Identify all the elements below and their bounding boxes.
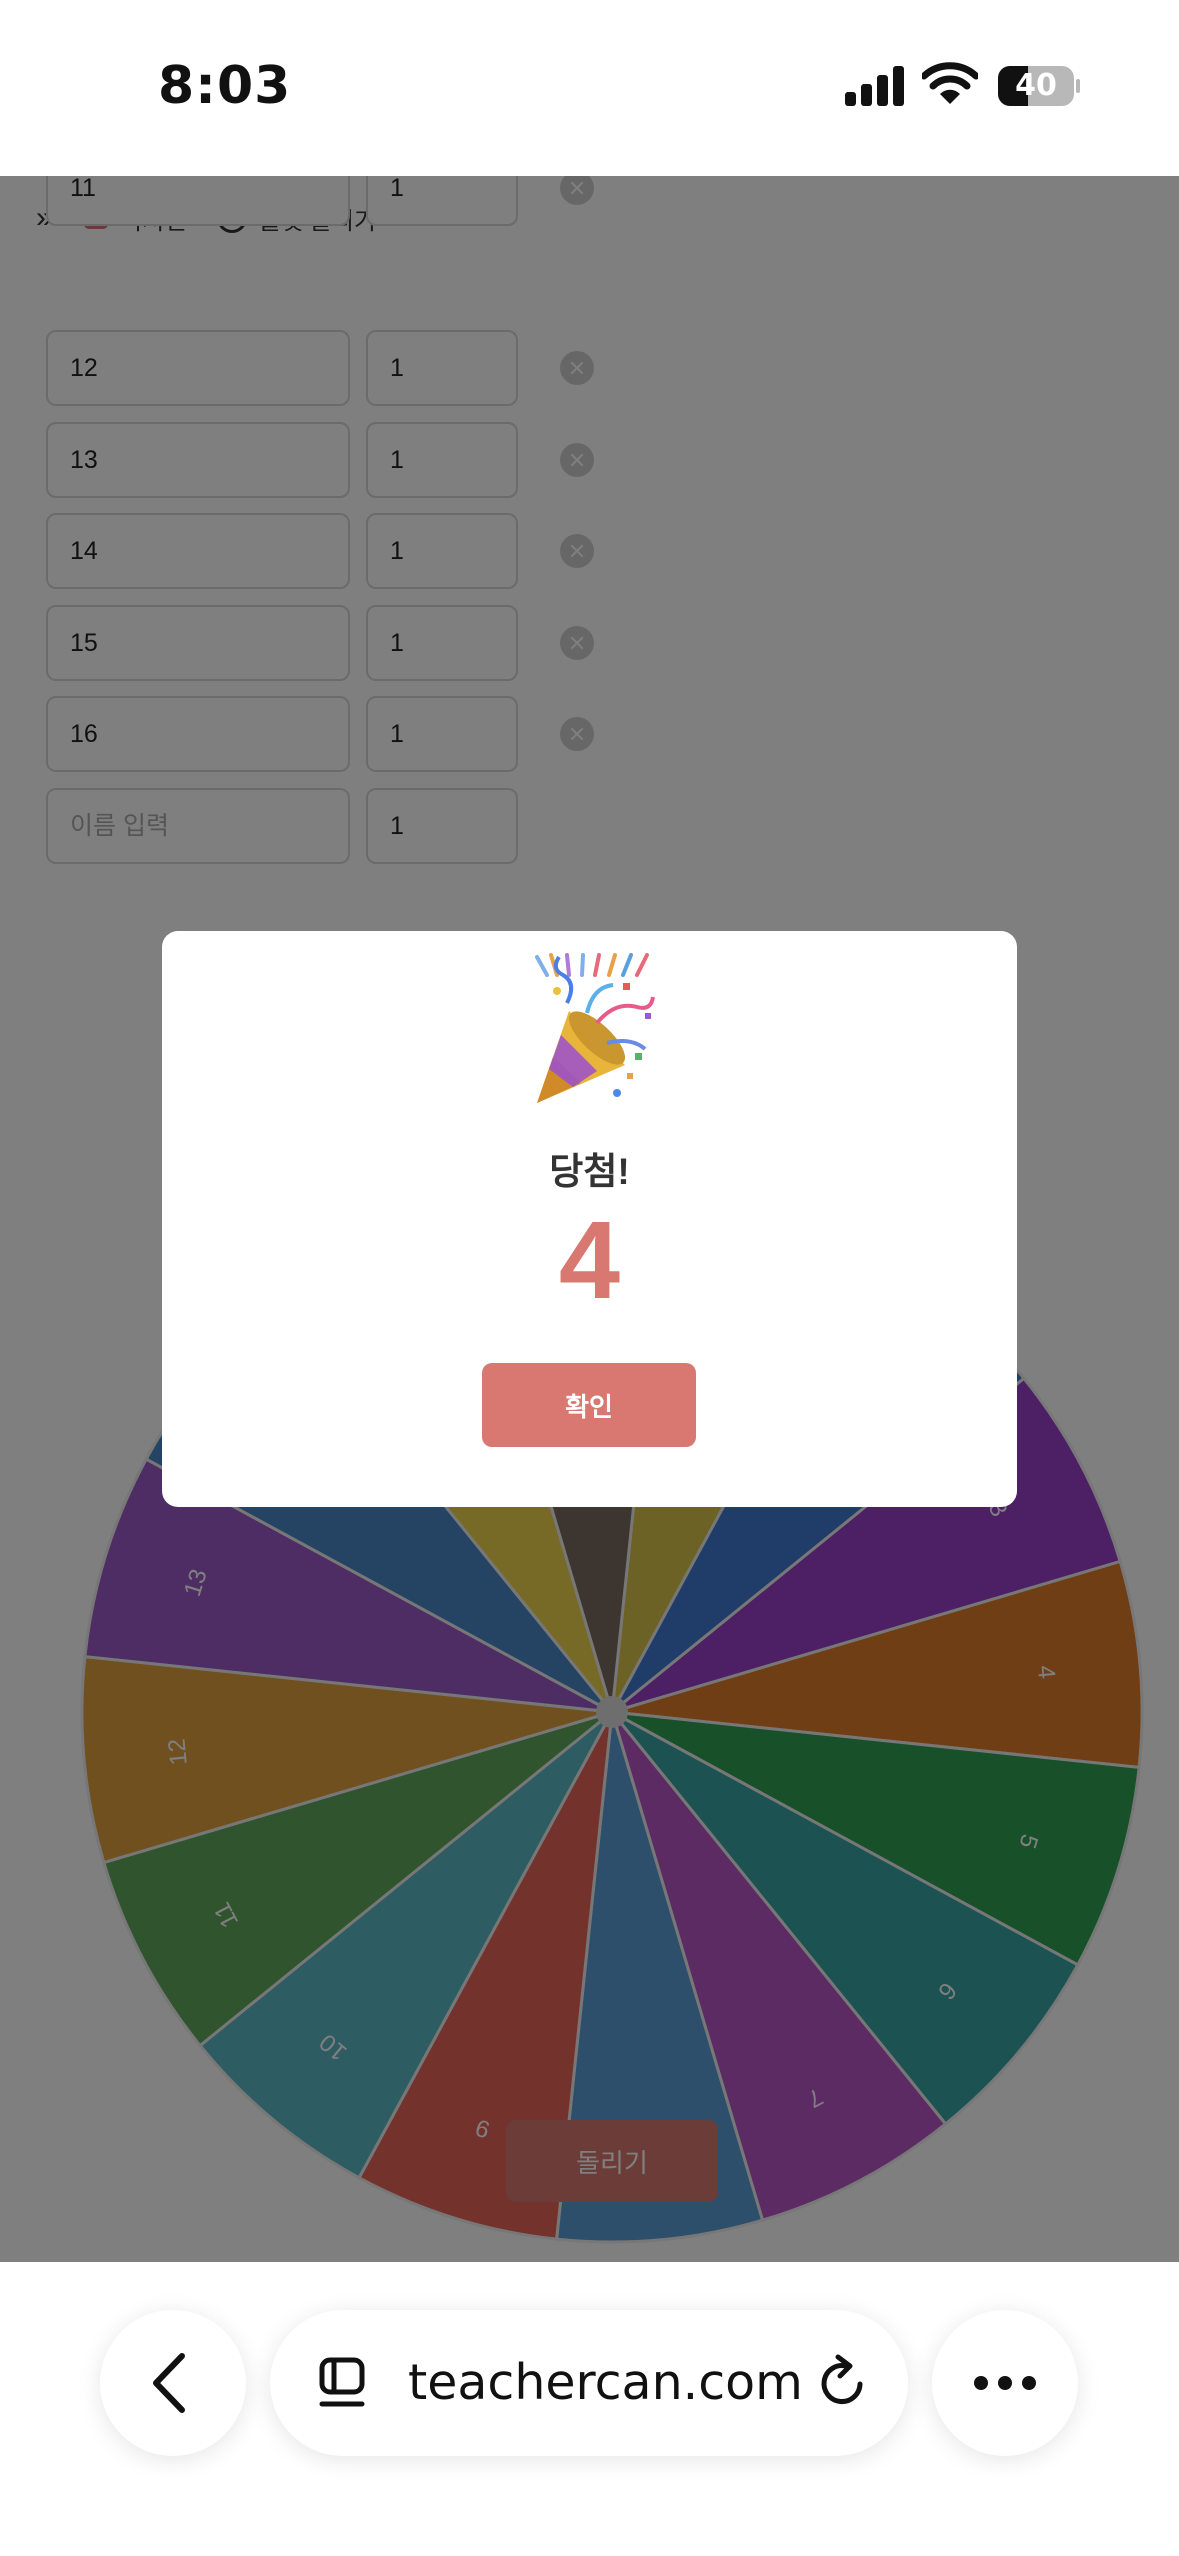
reload-icon[interactable] bbox=[816, 2354, 872, 2412]
result-modal: 당첨! 4 확인 bbox=[162, 931, 1017, 1507]
party-popper-icon bbox=[535, 953, 655, 1103]
status-bar: 8:03 40 bbox=[0, 0, 1179, 176]
wifi-icon bbox=[922, 62, 978, 104]
browser-toolbar: teachercan.com bbox=[0, 2262, 1179, 2556]
battery-icon: 40 bbox=[998, 66, 1080, 106]
winner-value: 4 bbox=[558, 1199, 621, 1322]
chevron-left-icon bbox=[153, 2353, 185, 2413]
tab-overview-icon bbox=[319, 2357, 365, 2407]
confirm-button[interactable]: 확인 bbox=[482, 1363, 696, 1447]
ellipsis-icon bbox=[974, 2376, 1036, 2390]
modal-title: 당첨! bbox=[549, 1151, 630, 1192]
cellular-signal-icon bbox=[845, 64, 905, 106]
more-options-button[interactable] bbox=[932, 2310, 1078, 2456]
address-bar[interactable]: teachercan.com bbox=[270, 2310, 908, 2456]
status-time: 8:03 bbox=[158, 56, 292, 116]
back-button[interactable] bbox=[100, 2310, 246, 2456]
url-text: teachercan.com bbox=[408, 2354, 803, 2411]
battery-level: 40 bbox=[1015, 68, 1057, 103]
